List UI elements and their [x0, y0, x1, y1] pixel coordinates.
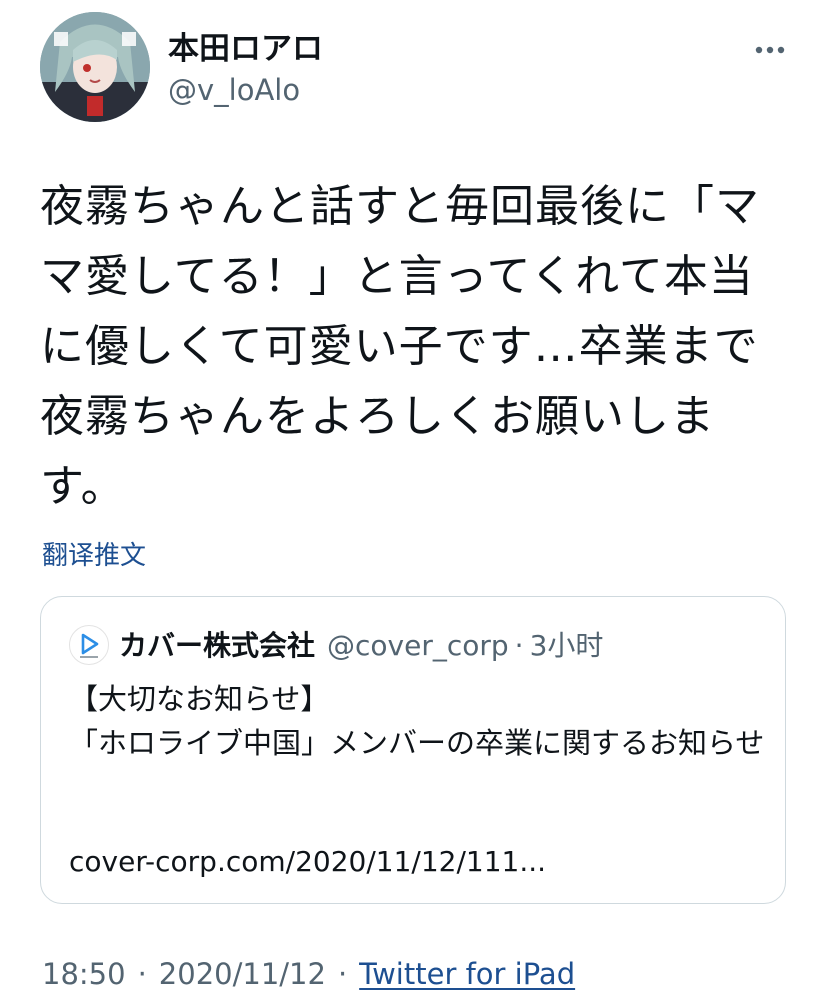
- quoted-separator: ·: [514, 629, 524, 662]
- quoted-header: カバー株式会社 @cover_corp · 3小时: [119, 624, 603, 664]
- translate-tweet-link[interactable]: 翻译推文: [42, 540, 146, 572]
- quoted-timestamp: 3小时: [529, 629, 604, 662]
- quoted-display-name: カバー株式会社: [119, 629, 316, 662]
- user-handle[interactable]: @v_loAlo: [168, 73, 300, 107]
- quoted-tweet-card[interactable]: カバー株式会社 @cover_corp · 3小时 【大切なお知らせ】 「ホロラ…: [40, 596, 786, 904]
- quoted-user-handle: @cover_corp: [327, 629, 509, 662]
- quoted-tweet-text: 【大切なお知らせ】 「ホロライブ中国」メンバーの卒業に関するお知らせ: [69, 682, 765, 760]
- avatar[interactable]: [40, 12, 150, 122]
- meta-separator: ·: [337, 957, 348, 991]
- quoted-tweet-link[interactable]: cover-corp.com/2020/11/12/111...: [69, 843, 546, 881]
- cover-logo-icon: [80, 633, 99, 658]
- tweet-time: 18:50: [42, 957, 126, 991]
- quoted-avatar: [69, 625, 109, 665]
- more-options-button[interactable]: [748, 36, 792, 64]
- display-name[interactable]: 本田ロアロ: [168, 30, 323, 68]
- tweet-source-link[interactable]: Twitter for iPad: [359, 956, 575, 992]
- meta-separator: ·: [137, 957, 147, 991]
- tweet-date: 2020/11/12: [158, 957, 326, 991]
- more-horizontal-icon: [755, 46, 785, 54]
- avatar-image: [40, 12, 150, 122]
- tweet-meta: 18:50 · 2020/11/12 · Twitter for iPad: [42, 956, 575, 992]
- tweet-text: 夜霧ちゃんと話すと毎回最後に「ママ愛してる！」と言ってくれて本当に優しくて可愛い…: [40, 181, 760, 512]
